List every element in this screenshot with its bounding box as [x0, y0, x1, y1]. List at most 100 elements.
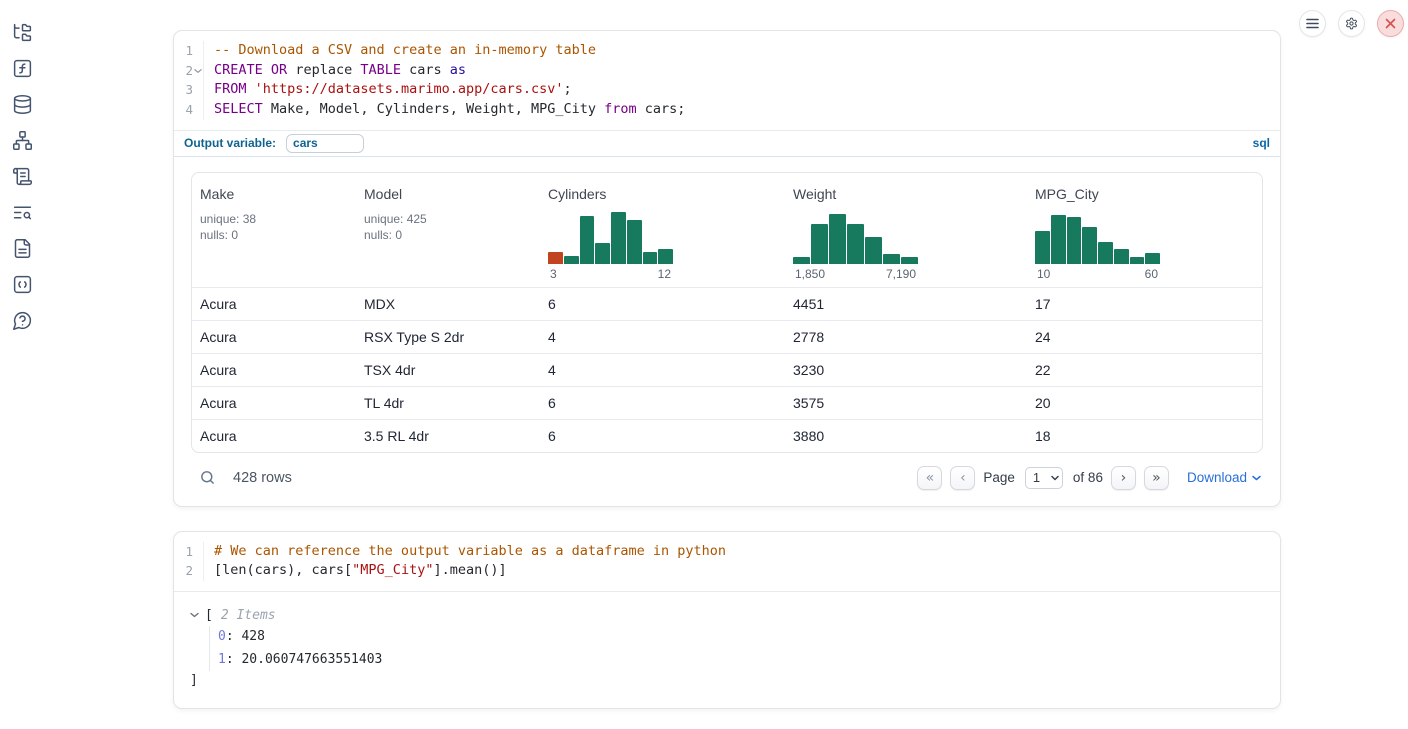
- code-line[interactable]: 1# We can reference the output variable …: [174, 542, 1280, 562]
- topbar: [1299, 10, 1404, 37]
- table-cell: 3.5 RL 4dr: [356, 428, 540, 444]
- table-cell: RSX Type S 2dr: [356, 329, 540, 345]
- page-label: Page: [983, 470, 1015, 485]
- page-select-wrap: 1: [1025, 467, 1063, 489]
- items-count-label: 2 Items: [221, 608, 276, 623]
- table-row[interactable]: AcuraRSX Type S 2dr4277824: [192, 320, 1262, 353]
- gear-icon: [1345, 16, 1358, 31]
- code-text: CREATE OR replace TABLE cars as: [204, 61, 466, 81]
- table-cell: 17: [1027, 296, 1262, 312]
- code-text: [len(cars), cars["MPG_City"].mean()]: [204, 561, 507, 581]
- pagination: « ‹ Page 1 of 86 › » Dow: [917, 466, 1261, 490]
- histogram-bar: [793, 257, 810, 264]
- table-row[interactable]: AcuraMDX6445117: [192, 287, 1262, 320]
- line-number: 1: [174, 542, 204, 562]
- histogram-bars: [793, 206, 918, 264]
- snippets-icon[interactable]: [10, 273, 34, 295]
- histogram-bar: [1098, 242, 1113, 264]
- code-line[interactable]: 2[len(cars), cars["MPG_City"].mean()]: [174, 561, 1280, 581]
- histogram-bar: [883, 254, 900, 264]
- function-icon[interactable]: [10, 57, 34, 79]
- table-row[interactable]: AcuraTSX 4dr4323022: [192, 353, 1262, 386]
- code-text: # We can reference the output variable a…: [204, 542, 726, 562]
- table-cell: 4451: [785, 296, 1027, 312]
- prev-page-button[interactable]: ‹: [950, 466, 975, 490]
- sidebar: [0, 21, 44, 331]
- sql-cell: 1 -- Download a CSV and create an in-memo…: [173, 30, 1281, 507]
- output-variable-row: Output variable: sql: [174, 130, 1280, 157]
- tree-items: 0: 428 1: 20.060747663551403: [209, 626, 1264, 671]
- tree-entry-value: : 428: [226, 629, 265, 644]
- histogram-bar: [627, 220, 642, 264]
- sql-code-editor[interactable]: 1-- Download a CSV and create an in-memo…: [174, 31, 1280, 130]
- table-footer-left: 428 rows: [193, 469, 292, 486]
- code-line[interactable]: 2CREATE OR replace TABLE cars as: [174, 61, 1280, 81]
- column-title: Weight: [793, 186, 1019, 202]
- column-header-model[interactable]: Modelunique: 425nulls: 0: [356, 173, 540, 287]
- table-cell: 3230: [785, 362, 1027, 378]
- table-cell: 2778: [785, 329, 1027, 345]
- tree-entry: 1: 20.060747663551403: [218, 649, 1264, 672]
- page-select[interactable]: 1: [1025, 467, 1063, 489]
- histogram-bar: [847, 224, 864, 264]
- python-code-editor[interactable]: 1# We can reference the output variable …: [174, 532, 1280, 592]
- table-cell: 4: [540, 362, 785, 378]
- output-variable-input[interactable]: [286, 134, 364, 153]
- table-row[interactable]: Acura3.5 RL 4dr6388018: [192, 419, 1262, 452]
- download-button[interactable]: Download: [1187, 470, 1261, 485]
- menu-icon: [1306, 18, 1319, 29]
- shutdown-button[interactable]: [1377, 10, 1404, 37]
- tree-entry-key: 0: [218, 629, 226, 644]
- cylinders-histogram: 312: [548, 206, 673, 281]
- scroll-icon[interactable]: [10, 165, 34, 187]
- table-body: AcuraMDX6445117AcuraRSX Type S 2dr427782…: [192, 287, 1262, 452]
- fold-icon[interactable]: [193, 66, 203, 76]
- line-number: 4: [174, 100, 204, 120]
- table-cell: 6: [540, 395, 785, 411]
- database-icon[interactable]: [10, 93, 34, 115]
- line-number: 3: [174, 80, 204, 100]
- table-cell: 20: [1027, 395, 1262, 411]
- column-header-weight[interactable]: Weight 1,8507,190: [785, 173, 1027, 287]
- code-text: SELECT Make, Model, Cylinders, Weight, M…: [204, 100, 685, 120]
- column-header-mpg_city[interactable]: MPG_City1060: [1027, 173, 1262, 287]
- help-icon[interactable]: [10, 309, 34, 331]
- column-header-make[interactable]: Makeunique: 38nulls: 0: [192, 173, 356, 287]
- histogram-bar: [1082, 227, 1097, 264]
- next-page-button[interactable]: ›: [1111, 466, 1136, 490]
- table-row[interactable]: AcuraTL 4dr6357520: [192, 386, 1262, 419]
- histogram-bar: [1035, 231, 1050, 264]
- histogram-bar: [1130, 257, 1145, 264]
- code-line[interactable]: 3FROM 'https://datasets.marimo.app/cars.…: [174, 80, 1280, 100]
- code-line[interactable]: 4SELECT Make, Model, Cylinders, Weight, …: [174, 100, 1280, 120]
- collapse-chevron-icon[interactable]: [190, 612, 201, 618]
- table-cell: MDX: [356, 296, 540, 312]
- file-tree-icon[interactable]: [10, 21, 34, 43]
- search-button[interactable]: [199, 469, 216, 486]
- notebook: 1 -- Download a CSV and create an in-memo…: [173, 30, 1281, 709]
- line-number: 2: [174, 61, 204, 81]
- code-line[interactable]: 1-- Download a CSV and create an in-memo…: [174, 41, 1280, 61]
- chevron-down-icon: [1252, 475, 1261, 481]
- dependency-graph-icon[interactable]: [10, 129, 34, 151]
- code-text: -- Download a CSV and create an in-memor…: [204, 41, 596, 61]
- histogram-bar: [580, 216, 595, 264]
- histogram-bars: [1035, 206, 1160, 264]
- document-icon[interactable]: [10, 237, 34, 259]
- histogram-bar: [829, 214, 846, 264]
- result-table: Makeunique: 38nulls: 0Modelunique: 425nu…: [191, 172, 1263, 453]
- table-cell: TSX 4dr: [356, 362, 540, 378]
- menu-button[interactable]: [1299, 10, 1326, 37]
- first-page-button[interactable]: «: [917, 466, 942, 490]
- histogram-bar: [564, 256, 579, 264]
- histogram-bar: [811, 224, 828, 264]
- last-page-button[interactable]: »: [1144, 466, 1169, 490]
- column-header-cylinders[interactable]: Cylinders312: [540, 173, 785, 287]
- table-cell: 4: [540, 329, 785, 345]
- table-cell: Acura: [192, 395, 356, 411]
- text-search-icon[interactable]: [10, 201, 34, 223]
- settings-button[interactable]: [1338, 10, 1365, 37]
- weight-histogram: 1,8507,190: [793, 206, 918, 281]
- histogram-bar: [611, 212, 626, 264]
- histogram-bar: [658, 249, 673, 264]
